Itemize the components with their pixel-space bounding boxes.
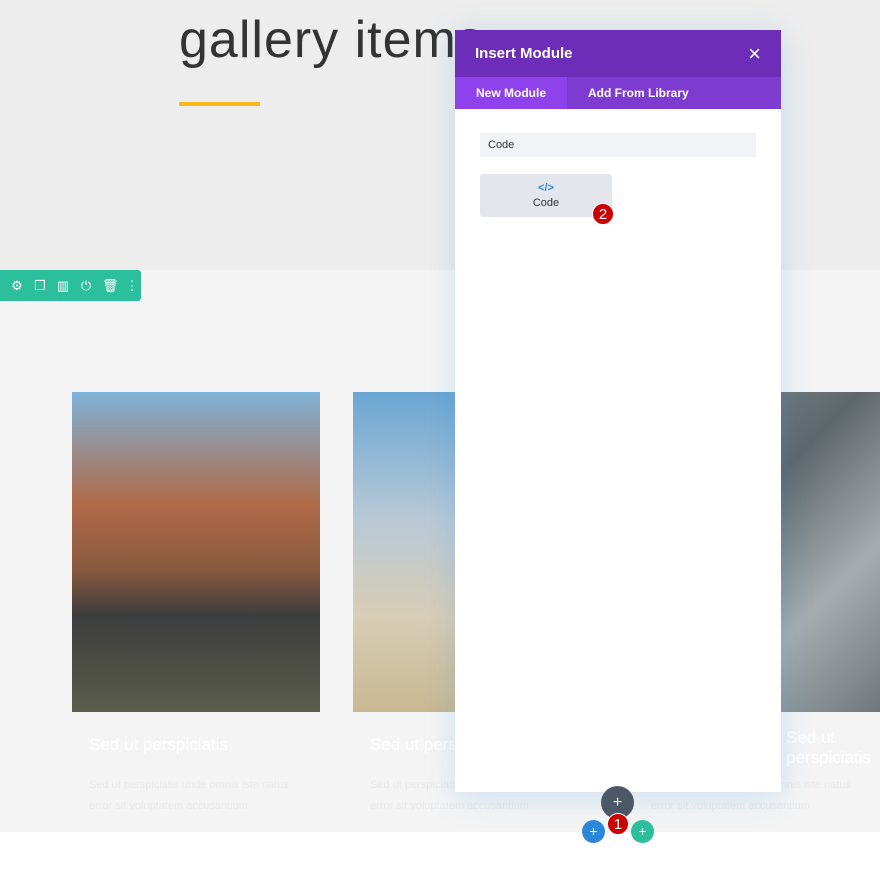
module-search-input[interactable]: [480, 133, 756, 157]
gear-icon[interactable]: ⚙: [10, 278, 24, 294]
tab-new-module[interactable]: New Module: [455, 77, 568, 109]
card-title: Sed ut perspiciatis: [786, 728, 872, 767]
modal-title: Insert Module: [475, 45, 573, 62]
tab-add-from-library[interactable]: Add From Library: [567, 77, 710, 109]
more-icon[interactable]: ⋮: [125, 278, 139, 294]
section-toolbar: ⚙ ❐ ▥ ⏻ 🗑 ⋮: [0, 270, 141, 301]
road-image: [72, 392, 320, 712]
add-module-button[interactable]: +: [631, 820, 654, 843]
step-badge: 2: [592, 203, 614, 225]
page-title: gallery items: [179, 11, 484, 69]
modal-header: Insert Module ×: [455, 30, 781, 77]
duplicate-icon[interactable]: ❐: [33, 278, 47, 294]
trash-icon[interactable]: 🗑: [102, 278, 119, 294]
step-badge: 1: [607, 813, 629, 835]
gallery-card: Sed ut perspiciatis Sed ut perspiciatis …: [72, 392, 320, 812]
insert-module-modal: Insert Module × New Module Add From Libr…: [455, 30, 781, 792]
code-icon: </>: [538, 182, 554, 194]
power-icon[interactable]: ⏻: [79, 278, 93, 294]
add-section-button[interactable]: +: [582, 820, 605, 843]
modal-tabs: New Module Add From Library: [455, 77, 781, 109]
module-label: Code: [532, 197, 560, 209]
card-text: Sed ut perspiciatis unde omnis iste natu…: [89, 779, 289, 812]
columns-icon[interactable]: ▥: [56, 278, 70, 294]
close-icon[interactable]: ×: [748, 41, 761, 67]
card-title: Sed ut perspiciatis: [89, 735, 228, 754]
title-underline: [179, 102, 260, 106]
